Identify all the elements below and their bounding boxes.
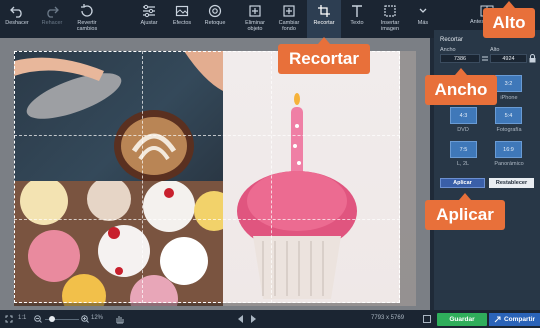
ratio-4-3-button[interactable]: 4:3 (450, 107, 477, 124)
adjust-icon (143, 4, 155, 18)
crop-settings-panel: Antes Desp. Recortar Ancho Alto 7386 492… (434, 0, 540, 310)
apply-callout: Aplicar (425, 193, 505, 230)
crop-mask-right (400, 51, 416, 306)
ratio-4-3-label: 4:3 (459, 112, 468, 119)
background-icon (283, 5, 295, 17)
text-tool-button[interactable]: Texto (343, 0, 371, 38)
revert-icon (81, 4, 93, 17)
crop-frame[interactable] (14, 51, 400, 303)
remove-object-button[interactable]: Eliminar objeto (238, 0, 272, 38)
remove-object-label: Eliminar objeto (245, 20, 265, 32)
image-dimensions: 7793 x 5769 (371, 315, 405, 321)
undo-icon (10, 6, 22, 18)
adjust-button[interactable]: Ajustar (134, 0, 164, 38)
ratio-16-9-caption: Panorámico (494, 161, 524, 167)
ratio-7-5-caption: L, 2L (456, 161, 470, 167)
retouch-label: Retoque (204, 20, 226, 26)
revert-button[interactable]: Revertir cambios (70, 0, 104, 38)
height-label: Alto (490, 47, 500, 53)
swap-dimensions-icon[interactable] (482, 55, 488, 62)
retouch-icon (208, 4, 222, 18)
zoom-out-icon[interactable] (34, 315, 42, 323)
crop-icon (318, 5, 330, 17)
height-callout: Alto (483, 1, 535, 38)
revert-label: Revertir cambios (76, 20, 98, 32)
height-input[interactable]: 4924 (490, 54, 527, 63)
undo-label: Deshacer (5, 20, 29, 26)
more-button[interactable]: Más (412, 0, 434, 38)
change-background-button[interactable]: Cambiar fondo (273, 0, 305, 38)
crop-mask-bottom (14, 303, 400, 306)
crop-grid-line-v2 (271, 51, 272, 303)
more-label: Más (417, 20, 429, 26)
eraser-icon (249, 5, 261, 17)
ratio-7-5-label: 7:5 (459, 146, 468, 153)
zoom-slider-thumb[interactable] (49, 316, 55, 322)
ratio-16-9-label: 16:9 (503, 146, 514, 153)
crop-panel-title: Recortar (440, 37, 464, 43)
share-icon (494, 316, 501, 323)
image-canvas[interactable] (0, 38, 430, 310)
share-label: Compartir (503, 316, 536, 323)
actual-size-label[interactable]: 1:1 (18, 315, 26, 321)
redo-label: Rehacer (41, 20, 63, 26)
ratio-5-4-button[interactable]: 5:4 (495, 107, 522, 124)
insert-image-button[interactable]: Insertar imagen (373, 0, 407, 38)
save-button[interactable]: Guardar (437, 313, 487, 326)
next-image-icon[interactable] (250, 315, 256, 323)
width-label: Ancho (440, 47, 456, 53)
chevron-down-icon (419, 8, 427, 13)
zoom-level: 12% (91, 315, 104, 321)
width-callout: Ancho (425, 68, 497, 105)
crop-tool-label: Recortar (313, 20, 335, 26)
text-icon (352, 5, 362, 17)
retouch-button[interactable]: Retoque (200, 0, 230, 38)
previous-image-icon[interactable] (238, 315, 244, 323)
zoom-in-icon[interactable] (81, 315, 89, 323)
ratio-16-9-button[interactable]: 16:9 (495, 141, 522, 158)
insert-image-icon (384, 5, 396, 17)
ratio-3-2-button[interactable]: 3:2 (495, 75, 522, 92)
ratio-3-2-label: 3:2 (504, 80, 513, 87)
width-input[interactable]: 7386 (440, 54, 480, 63)
crop-tool-button[interactable]: Recortar (307, 0, 341, 38)
undo-button[interactable]: Deshacer (0, 0, 34, 38)
reset-crop-button[interactable]: Restablecer (489, 178, 534, 188)
adjust-label: Ajustar (140, 20, 158, 26)
ratio-4-3-caption: DVD (457, 127, 469, 133)
apply-crop-button[interactable]: Aplicar (440, 178, 485, 188)
redo-button[interactable]: Rehacer (35, 0, 69, 38)
ratio-7-5-button[interactable]: 7:5 (450, 141, 477, 158)
photo-info-icon[interactable] (423, 315, 431, 323)
crop-grid-line-h2 (14, 219, 400, 220)
effects-button[interactable]: Efectos (166, 0, 198, 38)
hand-icon[interactable] (115, 314, 124, 324)
insert-image-label: Insertar imagen (380, 20, 400, 32)
crop-grid-line-v1 (142, 51, 143, 303)
ratio-5-4-caption: Fotografía (496, 127, 522, 133)
lock-icon[interactable] (529, 54, 536, 63)
photo-editor-window: Deshacer Rehacer Revertir cambios Ajusta… (0, 0, 540, 328)
ratio-5-4-label: 5:4 (504, 112, 513, 119)
change-background-label: Cambiar fondo (278, 20, 300, 32)
effects-label: Efectos (172, 20, 192, 26)
crop-grid-line-h1 (14, 135, 400, 136)
redo-icon (47, 6, 59, 18)
text-tool-label: Texto (350, 20, 364, 26)
crop-callout: Recortar (278, 37, 370, 74)
effects-icon (175, 5, 189, 17)
share-button[interactable]: Compartir (489, 313, 540, 326)
fit-screen-icon[interactable] (5, 315, 13, 323)
